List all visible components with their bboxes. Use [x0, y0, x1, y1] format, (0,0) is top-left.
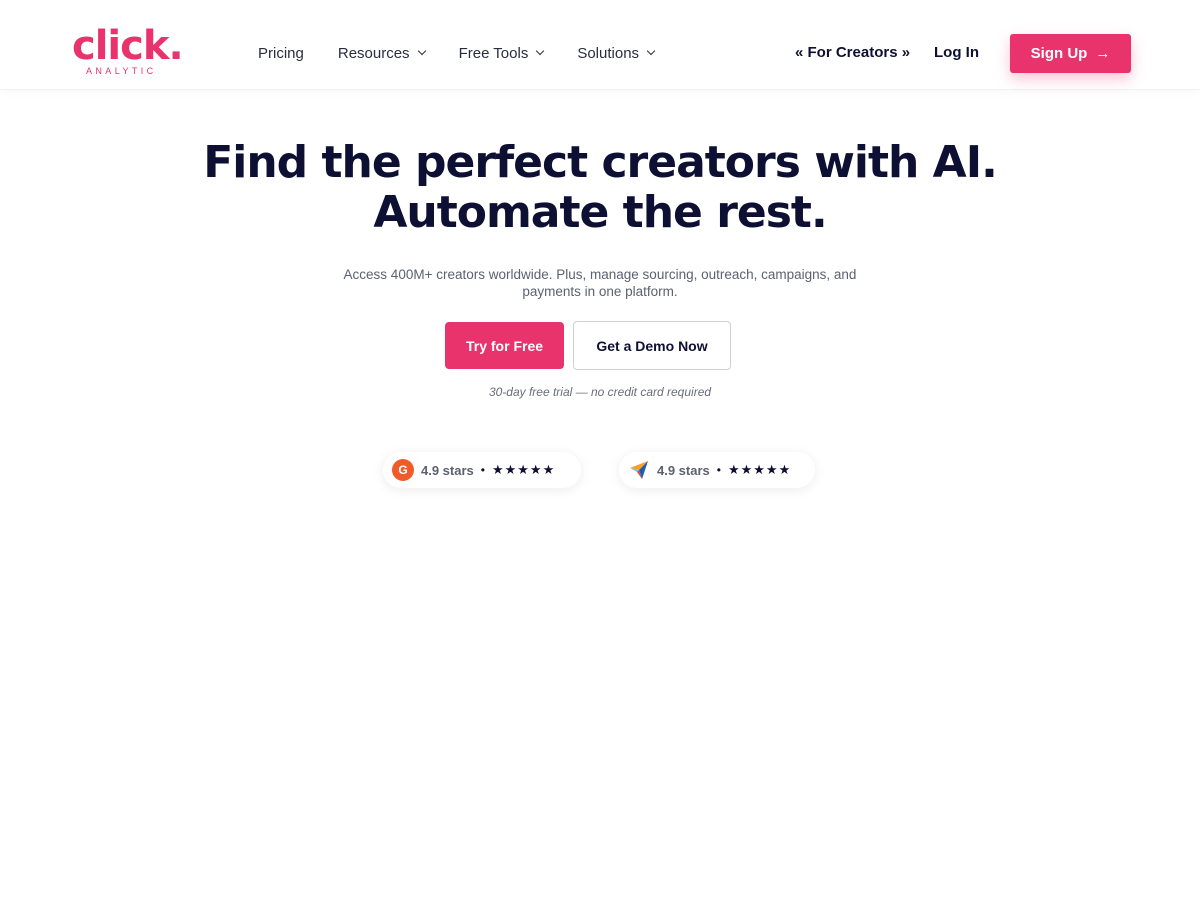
g2-icon: G: [391, 458, 415, 482]
site-header: click. ANALYTIC Pricing Resources Free T…: [0, 0, 1200, 90]
nav-item-free-tools[interactable]: Free Tools: [458, 44, 545, 62]
chevron-down-icon: [536, 46, 545, 56]
hero-title-line-1: Find the perfect creators with AI.: [203, 137, 998, 188]
chevron-down-icon: [646, 46, 656, 56]
hero-subtitle: Access 400M+ creators worldwide. Plus, m…: [340, 266, 860, 300]
nav-item-solutions[interactable]: Solutions: [577, 44, 656, 62]
separator-dot: •: [716, 463, 721, 477]
rating-badge-capterra[interactable]: 4.9 stars • ★★★★★: [619, 452, 815, 488]
signup-label: Sign Up: [1030, 45, 1088, 62]
hero-subtitle-line-1: Access 400M+ creators worldwide. Plus, m…: [343, 267, 857, 282]
hero-title-line-2: Automate the rest.: [373, 187, 827, 238]
hero-title: Find the perfect creators with AI. Autom…: [0, 138, 1200, 238]
rating-text: 4.9 stars: [657, 462, 710, 478]
nav-item-pricing[interactable]: Pricing: [258, 45, 304, 62]
hero-subtitle-line-2: payments in one platform.: [522, 284, 678, 299]
page: click. ANALYTIC Pricing Resources Free T…: [0, 0, 1200, 900]
star-rating: ★★★★★: [491, 462, 556, 477]
nav-item-label: Resources: [337, 44, 410, 62]
nav-item-label: Pricing: [258, 44, 304, 62]
star-rating: ★★★★★: [727, 462, 792, 477]
for-creators-link[interactable]: « For Creators »: [795, 44, 910, 61]
arrow-right-icon: →: [1095, 45, 1111, 62]
chevron-down-icon: [417, 46, 426, 56]
nav-item-label: Free Tools: [458, 44, 529, 62]
logo-tagline: ANALYTIC: [86, 66, 157, 76]
capterra-icon: [627, 458, 651, 482]
rating-text: 4.9 stars: [421, 462, 474, 478]
logo[interactable]: click. ANALYTIC: [72, 23, 184, 78]
try-for-free-button[interactable]: Try for Free: [445, 322, 564, 369]
get-demo-button[interactable]: Get a Demo Now: [573, 321, 731, 370]
main-nav: Pricing Resources Free Tools Solutions: [258, 43, 688, 63]
rating-badge-g2[interactable]: G 4.9 stars • ★★★★★: [383, 452, 581, 488]
trial-note: 30-day free trial — no credit card requi…: [488, 385, 712, 399]
nav-item-resources[interactable]: Resources: [337, 44, 426, 62]
separator-dot: •: [480, 463, 485, 477]
logo-wordmark: click.: [72, 23, 184, 69]
login-link[interactable]: Log In: [934, 44, 979, 61]
nav-item-label: Solutions: [577, 44, 640, 62]
signup-button[interactable]: Sign Up →: [1010, 34, 1131, 73]
